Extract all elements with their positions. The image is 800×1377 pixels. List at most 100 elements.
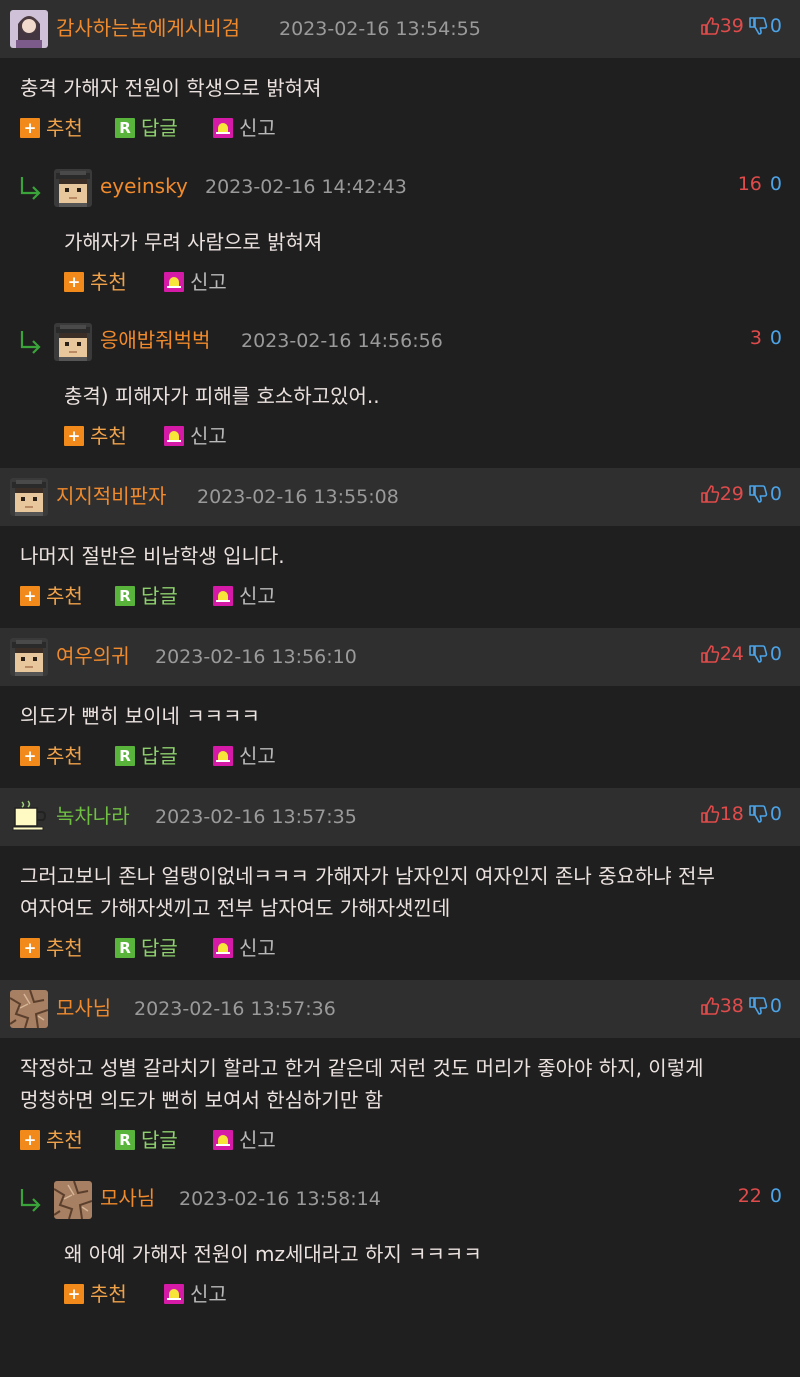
recommend-button[interactable]: + 추천 [64, 270, 127, 294]
recommend-button[interactable]: + 추천 [20, 936, 83, 960]
nickname[interactable]: 감사하는놈에게시비검 [56, 16, 240, 40]
upvote-count: 29 [719, 483, 744, 505]
comment-text: 의도가 뻔히 보이네 ㅋㅋㅋㅋ [20, 704, 260, 728]
report-button[interactable]: 신고 [213, 584, 276, 608]
downvote-count: 0 [769, 643, 782, 665]
downvote-count: 0 [769, 803, 782, 825]
upvote-count: 18 [719, 803, 744, 825]
nickname[interactable]: 지지적비판자 [56, 484, 166, 508]
nickname[interactable]: 응애밥줘벅벅 [100, 328, 210, 352]
thumbs-up-icon[interactable] [700, 644, 720, 664]
comment: 녹차나라 2023-02-16 13:57:35 18 0 그러고보니 존나 얼… [0, 788, 800, 980]
downvote-count: 0 [769, 1185, 782, 1207]
vote-counts: 16 0 [738, 172, 782, 196]
reply-button[interactable]: R 답글 [115, 584, 178, 608]
siren-icon [213, 938, 233, 958]
thumbs-up-icon[interactable] [700, 804, 720, 824]
reply-button[interactable]: R 답글 [115, 116, 178, 140]
thumbs-down-icon[interactable] [748, 996, 768, 1016]
reply-icon: R [115, 118, 135, 138]
upvote-count: 16 [737, 173, 762, 195]
timestamp: 2023-02-16 14:42:43 [205, 176, 407, 198]
recommend-button[interactable]: + 추천 [64, 1282, 127, 1306]
recommend-button[interactable]: + 추천 [20, 584, 83, 608]
comment-actions: + 추천 신고 [0, 1270, 800, 1326]
upvote-count: 39 [719, 15, 744, 37]
downvote-count: 0 [769, 327, 782, 349]
reply-comment: 응애밥줘벅벅 2023-02-16 14:56:56 3 0 충격) 피해자가 … [0, 314, 800, 468]
comment-actions: + 추천 R 답글 신고 [0, 572, 800, 628]
comment-text: 왜 아예 가해자 전원이 mz세대라고 하지 ㅋㅋㅋㅋ [64, 1242, 482, 1266]
reply-button[interactable]: R 답글 [115, 1128, 178, 1152]
thumbs-down-icon[interactable] [748, 644, 768, 664]
timestamp: 2023-02-16 13:57:35 [155, 806, 357, 828]
siren-icon [164, 272, 184, 292]
vote-counts: 29 0 [700, 482, 782, 506]
comment-header: 모사님 2023-02-16 13:58:14 22 0 [0, 1172, 800, 1226]
vote-counts: 22 0 [738, 1184, 782, 1208]
comment-actions: + 추천 R 답글 신고 [0, 1116, 800, 1172]
plus-icon: + [64, 1284, 84, 1304]
comment-header: 응애밥줘벅벅 2023-02-16 14:56:56 3 0 [0, 314, 800, 368]
report-button[interactable]: 신고 [213, 744, 276, 768]
reply-button[interactable]: R 답글 [115, 936, 178, 960]
nickname[interactable]: 모사님 [56, 996, 111, 1020]
siren-icon [213, 1130, 233, 1150]
report-button[interactable]: 신고 [164, 270, 227, 294]
downvote-count: 0 [769, 483, 782, 505]
nickname[interactable]: 여우의귀 [56, 644, 130, 668]
plus-icon: + [20, 586, 40, 606]
avatar[interactable] [10, 478, 48, 516]
avatar[interactable] [10, 10, 48, 48]
nickname[interactable]: 녹차나라 [56, 804, 130, 828]
vote-counts: 39 0 [700, 14, 782, 38]
reply-arrow-icon [18, 328, 44, 354]
reply-comment: 모사님 2023-02-16 13:58:14 22 0 왜 아예 가해자 전원… [0, 1172, 800, 1326]
avatar[interactable] [10, 798, 48, 836]
recommend-button[interactable]: + 추천 [20, 744, 83, 768]
report-button[interactable]: 신고 [213, 116, 276, 140]
nickname[interactable]: eyeinsky [100, 174, 188, 198]
reply-icon: R [115, 746, 135, 766]
avatar[interactable] [54, 169, 92, 207]
comment-header: 모사님 2023-02-16 13:57:36 38 0 [0, 980, 800, 1038]
reply-icon: R [115, 586, 135, 606]
thumbs-down-icon[interactable] [748, 804, 768, 824]
comment-actions: + 추천 R 답글 신고 [0, 104, 800, 160]
reply-button[interactable]: R 답글 [115, 744, 178, 768]
recommend-button[interactable]: + 추천 [64, 424, 127, 448]
vote-counts: 18 0 [700, 802, 782, 826]
avatar[interactable] [54, 1181, 92, 1219]
report-button[interactable]: 신고 [164, 1282, 227, 1306]
report-button[interactable]: 신고 [164, 424, 227, 448]
recommend-button[interactable]: + 추천 [20, 1128, 83, 1152]
avatar[interactable] [10, 990, 48, 1028]
comment-header: 녹차나라 2023-02-16 13:57:35 18 0 [0, 788, 800, 846]
downvote-count: 0 [769, 173, 782, 195]
upvote-count: 38 [719, 995, 744, 1017]
siren-icon [164, 426, 184, 446]
comment-header: 여우의귀 2023-02-16 13:56:10 24 0 [0, 628, 800, 686]
thumbs-up-icon[interactable] [700, 996, 720, 1016]
plus-icon: + [64, 426, 84, 446]
thumbs-down-icon[interactable] [748, 484, 768, 504]
thumbs-up-icon[interactable] [700, 484, 720, 504]
avatar[interactable] [54, 323, 92, 361]
timestamp: 2023-02-16 13:58:14 [179, 1188, 381, 1210]
plus-icon: + [20, 1130, 40, 1150]
reply-arrow-icon [18, 174, 44, 200]
report-button[interactable]: 신고 [213, 936, 276, 960]
nickname[interactable]: 모사님 [100, 1186, 155, 1210]
comment-header: eyeinsky 2023-02-16 14:42:43 16 0 [0, 160, 800, 214]
report-button[interactable]: 신고 [213, 1128, 276, 1152]
avatar[interactable] [10, 638, 48, 676]
siren-icon [164, 1284, 184, 1304]
plus-icon: + [20, 938, 40, 958]
comment: 모사님 2023-02-16 13:57:36 38 0 작정하고 성별 갈라치… [0, 980, 800, 1172]
recommend-button[interactable]: + 추천 [20, 116, 83, 140]
thumbs-up-icon[interactable] [700, 16, 720, 36]
siren-icon [213, 746, 233, 766]
timestamp: 2023-02-16 13:55:08 [197, 486, 399, 508]
siren-icon [213, 586, 233, 606]
thumbs-down-icon[interactable] [748, 16, 768, 36]
